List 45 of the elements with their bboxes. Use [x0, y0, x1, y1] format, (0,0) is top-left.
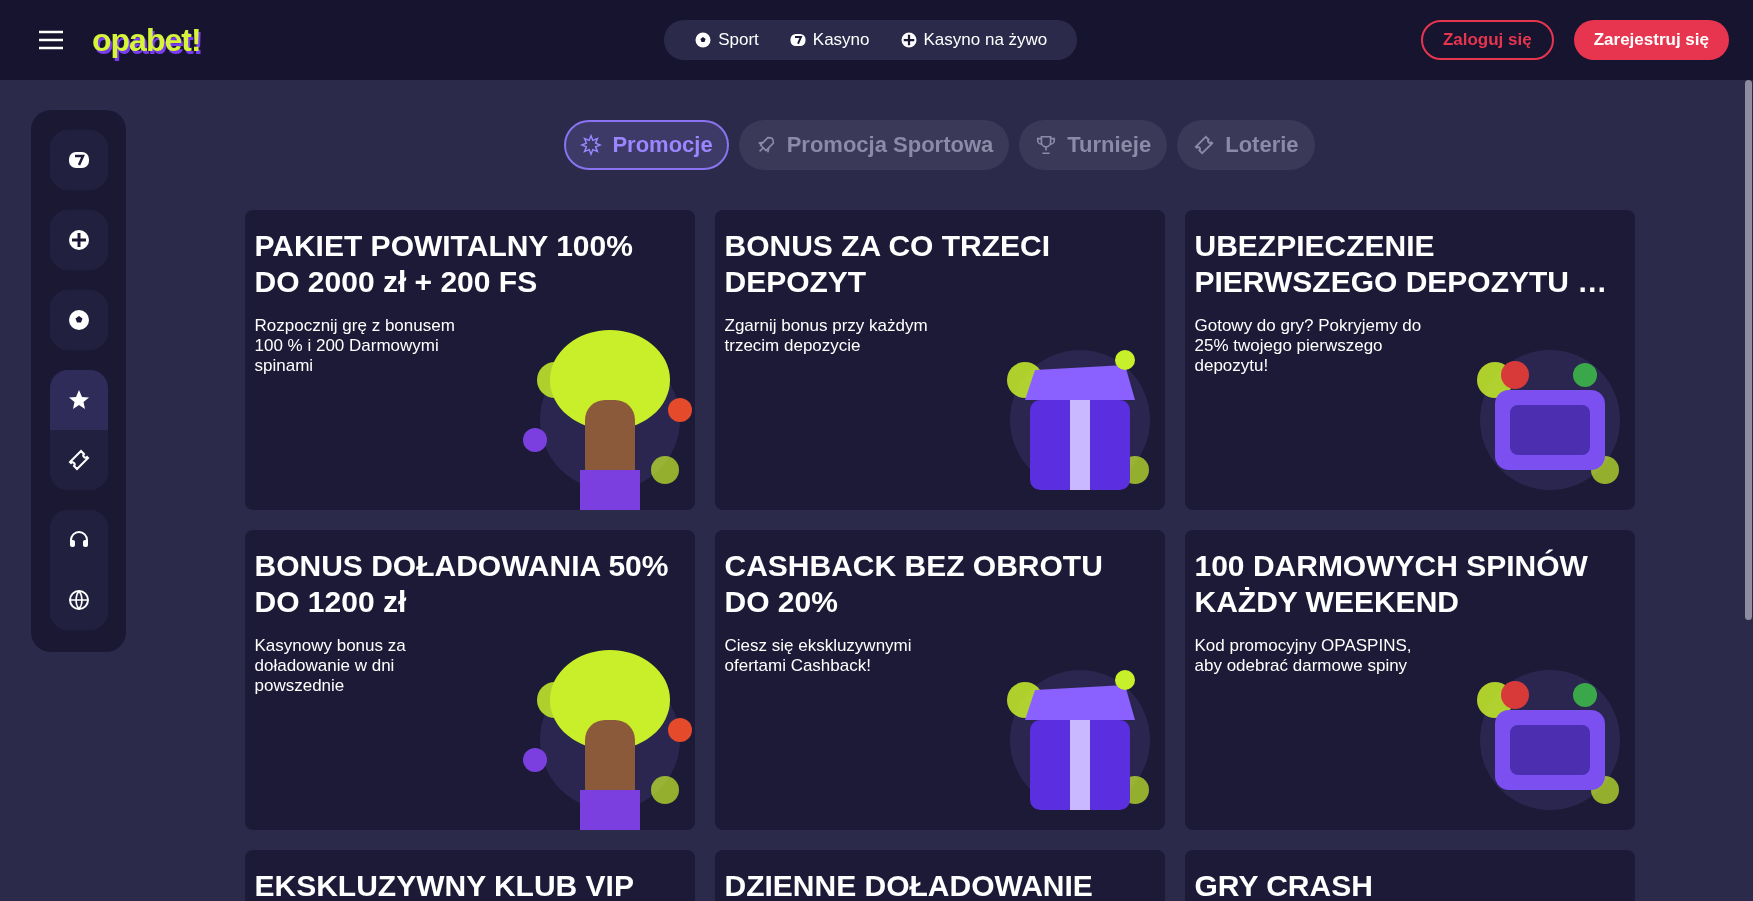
promo-card[interactable]: GRY CRASH	[1184, 850, 1635, 901]
promo-description: Gotowy do gry? Pokryjemy do 25% twojego pierwszego depozytu!	[1194, 316, 1423, 376]
login-button[interactable]: Zaloguj się	[1420, 20, 1554, 60]
tab[interactable]: Promocje	[564, 120, 729, 170]
promo-title: 100 DARMOWYCH SPINÓW KAŻDY WEEKEND	[1194, 548, 1589, 620]
promo-title: DZIENNE DOŁADOWANIE	[724, 868, 1094, 901]
promo-title: UBEZPIECZENIE PIERWSZEGO DEPOZYTU …	[1194, 228, 1609, 300]
promo-card[interactable]: 100 DARMOWYCH SPINÓW KAŻDY WEEKEND Kod promocyjny OPASPINS, aby odebrać darmowe spiny	[1184, 530, 1635, 830]
promo-card[interactable]: UBEZPIECZENIE PIERWSZEGO DEPOZYTU … Gotowy do gry? Pokryjemy do 25% twojego pierwszego depozytu!	[1184, 210, 1635, 510]
promo-title: CASHBACK BEZ OBROTU DO 20%	[724, 548, 1104, 620]
promo-card[interactable]: DZIENNE DOŁADOWANIE	[714, 850, 1165, 901]
star-icon	[66, 388, 91, 412]
globe-icon	[66, 588, 91, 612]
chip-icon	[899, 31, 918, 49]
sidebar-item[interactable]	[49, 370, 108, 430]
burst-icon	[580, 134, 603, 156]
promo-description: Kod promocyjny OPASPINS, aby odebrać darmowe spiny	[1194, 636, 1413, 676]
promo-card[interactable]: CASHBACK BEZ OBROTU DO 20% Ciesz się ekskluzywnymi ofertami Cashback!	[714, 530, 1165, 830]
scrollbar-thumb[interactable]	[1744, 80, 1752, 620]
register-button[interactable]: Zarejestruj się	[1573, 20, 1729, 60]
promo-card[interactable]: BONUS ZA CO TRZECI DEPOZYT Zgarnij bonus przy każdym trzecim depozycie	[714, 210, 1165, 510]
logo[interactable]: opabet!	[92, 21, 201, 59]
promo-title: GRY CRASH	[1194, 868, 1374, 901]
ball-icon	[66, 308, 91, 332]
promo-title: BONUS ZA CO TRZECI DEPOZYT	[724, 228, 1052, 300]
promo-title: BONUS DOŁADOWANIA 50% DO 1200 zł	[254, 548, 670, 620]
promo-card[interactable]: PAKIET POWITALNY 100% DO 2000 zł + 200 FS Rozpocznij grę z bonusem 100 % i 200 Darmowymi spinami	[244, 210, 695, 510]
menu-icon[interactable]	[38, 30, 64, 50]
ticket-icon	[1193, 134, 1216, 156]
promo-title: PAKIET POWITALNY 100% DO 2000 zł + 200 FS	[254, 228, 634, 300]
promo-card[interactable]: EKSKLUZYWNY KLUB VIP	[244, 850, 695, 901]
promo-title: EKSKLUZYWNY KLUB VIP	[254, 868, 635, 901]
seven-icon	[788, 31, 807, 49]
chip-icon	[66, 228, 91, 252]
nav-link[interactable]: Kasyno	[776, 30, 882, 50]
ball-icon	[694, 31, 713, 49]
nav-link[interactable]: Kasyno na żywo	[887, 30, 1060, 50]
promo-description: Ciesz się ekskluzywnymi ofertami Cashback!	[724, 636, 913, 676]
promo-description: Rozpocznij grę z bonusem 100 % i 200 Darmowymi spinami	[254, 316, 456, 376]
nav-link[interactable]: Sport	[682, 30, 771, 50]
promo-card[interactable]: BONUS DOŁADOWANIA 50% DO 1200 zł Kasynowy bonus za doładowanie w dni powszednie	[244, 530, 695, 830]
promo-description: Kasynowy bonus za doładowanie w dni powszednie	[254, 636, 407, 696]
trophy-icon	[1035, 134, 1058, 156]
ticket-icon	[66, 448, 91, 472]
promo-description: Zgarnij bonus przy każdym trzecim depozycie	[724, 316, 929, 356]
